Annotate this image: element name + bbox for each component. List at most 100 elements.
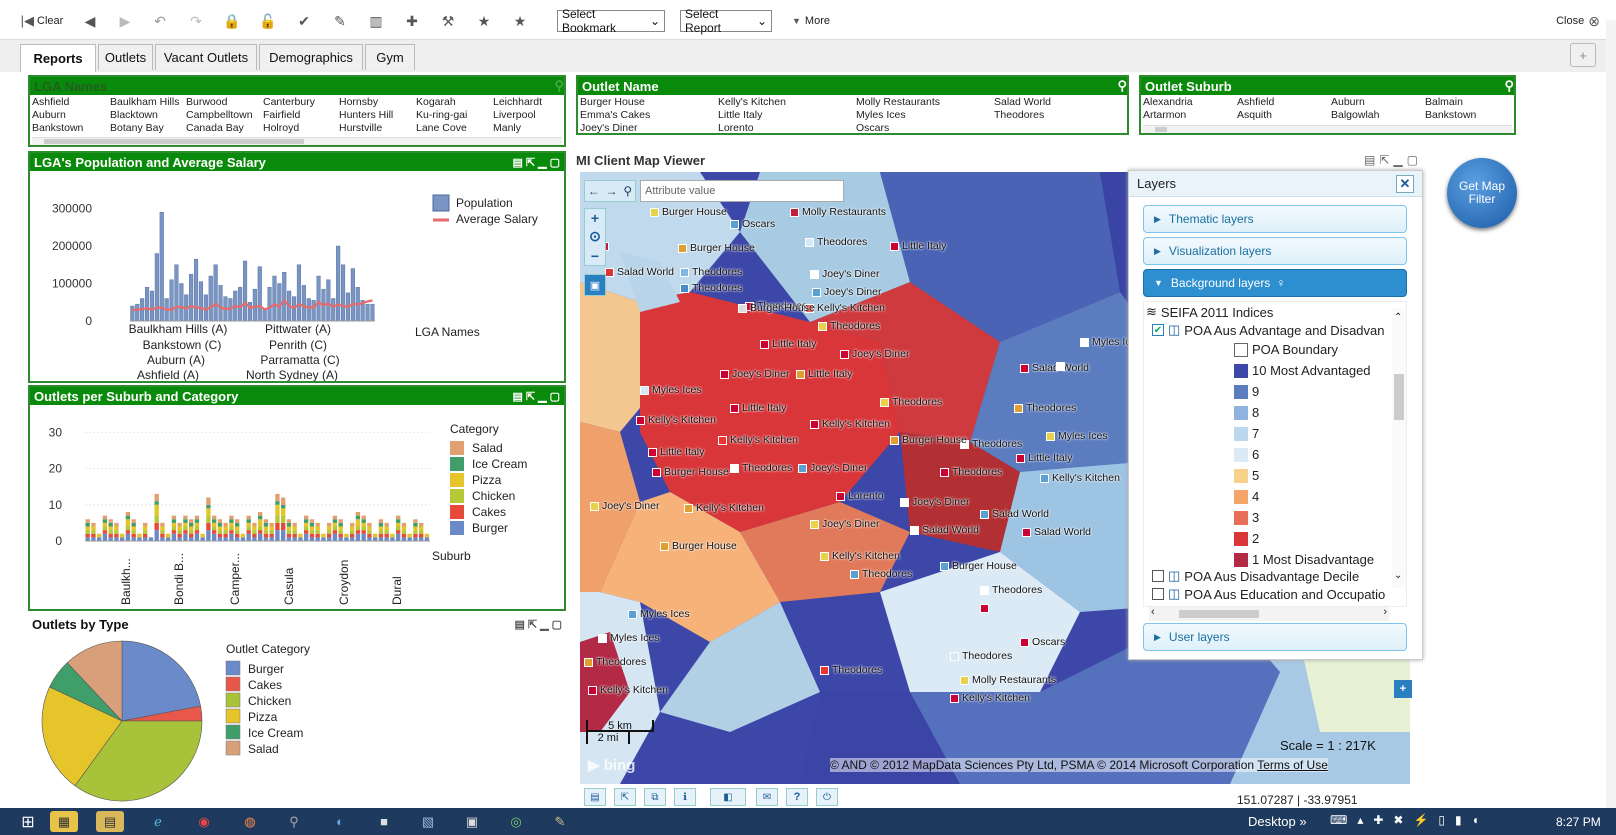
outlet-marker[interactable] <box>950 694 959 703</box>
app-icon[interactable]: ◐ <box>326 811 354 832</box>
basemap-icon[interactable]: ▣ <box>584 274 606 296</box>
list-item[interactable] <box>994 122 1124 133</box>
search-icon[interactable]: ⚲ <box>554 78 564 94</box>
list-item[interactable]: Auburn <box>32 109 110 122</box>
list-item[interactable]: Myles Ices <box>856 109 994 122</box>
outlet-marker[interactable] <box>818 322 827 331</box>
background-layers-button[interactable]: ▼ Background layers ♀ <box>1143 269 1407 297</box>
outlet-marker[interactable] <box>738 304 747 313</box>
list-item[interactable]: Blacktown <box>110 109 186 122</box>
list-item[interactable]: Canterbury <box>263 96 339 109</box>
scroll-down-icon[interactable]: ⌄ <box>1394 570 1402 581</box>
tab-outlets[interactable]: Outlets <box>98 44 153 70</box>
page-vertical-scrollbar[interactable] <box>1606 20 1616 808</box>
close-button[interactable]: Close ⊗ <box>1548 11 1608 31</box>
outlet-marker[interactable] <box>790 208 799 217</box>
outlet-marker[interactable] <box>890 436 899 445</box>
outlet-marker[interactable] <box>836 492 845 501</box>
list-item[interactable]: Campbelltown <box>186 109 263 122</box>
list-item[interactable]: Balmain <box>1425 96 1514 109</box>
horizontal-scrollbar[interactable]: ‹ › <box>1149 606 1389 621</box>
outlet-marker[interactable] <box>810 270 819 279</box>
outlet-marker[interactable] <box>605 268 614 277</box>
outlet-marker[interactable] <box>680 284 689 293</box>
outlet-marker[interactable] <box>1016 454 1025 463</box>
windows-start-icon[interactable]: ⊞ <box>14 811 42 832</box>
search-icon[interactable]: ⚲ <box>280 811 308 832</box>
copy-icon[interactable]: ⧉ <box>644 788 666 806</box>
outlet-marker[interactable] <box>890 242 899 251</box>
list-item[interactable]: Hornsby <box>339 96 416 109</box>
outlet-marker[interactable] <box>1046 432 1055 441</box>
print-icon[interactable]: ▤ <box>513 156 523 169</box>
list-item[interactable]: Leichhardt <box>493 96 563 109</box>
redo-icon[interactable]: ↷ <box>186 11 206 31</box>
maximize-icon[interactable]: ▢ <box>1407 153 1418 167</box>
user-layers-button[interactable]: ▶ User layers <box>1143 623 1407 651</box>
checkbox-checked[interactable]: ✔ <box>1152 324 1164 336</box>
attribute-search-input[interactable]: Attribute value <box>640 180 844 202</box>
tab-demographics[interactable]: Demographics <box>259 44 363 70</box>
list-item[interactable]: Alexandria <box>1143 96 1237 109</box>
list-item[interactable]: Auburn <box>1331 96 1425 109</box>
outlet-marker[interactable] <box>678 244 687 253</box>
tab-vacant-outlets[interactable]: Vacant Outlets <box>155 44 257 70</box>
ie-icon[interactable]: ℯ <box>144 811 172 832</box>
maps-icon[interactable]: ◎ <box>502 811 530 832</box>
files-icon[interactable]: ▧ <box>414 811 442 832</box>
disadvantage-layer-row[interactable]: ◫ POA Aus Disadvantage Decile <box>1152 568 1359 584</box>
list-item[interactable]: Ashfield <box>32 96 110 109</box>
outlet-marker[interactable] <box>652 468 661 477</box>
list-item[interactable]: Hunters Hill <box>339 109 416 122</box>
list-item[interactable]: Kelly's Kitchen <box>718 96 856 109</box>
help-icon[interactable]: ? <box>786 788 808 806</box>
outlet-marker[interactable] <box>810 520 819 529</box>
outlet-marker[interactable] <box>598 634 607 643</box>
list-item[interactable]: Artarmon <box>1143 109 1237 122</box>
list-item[interactable]: Canada Bay <box>186 122 263 135</box>
outlet-marker[interactable] <box>840 350 849 359</box>
print-map-icon[interactable]: ▤ <box>584 788 606 806</box>
chrome-icon[interactable]: ◉ <box>190 811 218 832</box>
terminal-icon[interactable]: ■ <box>370 811 398 832</box>
explorer-icon[interactable]: ▤ <box>96 811 124 832</box>
add-icon[interactable]: ✚ <box>402 11 422 31</box>
export-icon[interactable]: ⇱ <box>1379 153 1389 167</box>
outlet-marker[interactable] <box>588 686 597 695</box>
outlet-marker[interactable] <box>880 398 889 407</box>
list-item[interactable]: Manly <box>493 122 563 135</box>
outlet-marker[interactable] <box>684 504 693 513</box>
list-item[interactable]: Salad World <box>994 96 1124 109</box>
outlet-marker[interactable] <box>1020 638 1029 647</box>
list-item[interactable]: Holroyd <box>263 122 339 135</box>
print-icon[interactable]: ▤ <box>1364 153 1375 167</box>
arrow-right-icon[interactable]: → <box>606 184 618 198</box>
education-layer-row[interactable]: ◫ POA Aus Education and Occupatio <box>1152 586 1385 602</box>
list-item[interactable]: Joey's Diner <box>580 122 718 133</box>
lock-icon[interactable]: 🔒 <box>222 11 242 31</box>
list-item[interactable]: Kogarah <box>416 96 493 109</box>
check-icon[interactable]: ✔ <box>294 11 314 31</box>
power-icon[interactable]: ⏻ <box>816 788 838 806</box>
outlet-marker[interactable] <box>960 676 969 685</box>
list-item[interactable]: Oscars <box>856 122 994 133</box>
tool-icon[interactable]: ⚒ <box>438 11 458 31</box>
maximize-icon[interactable]: ▢ <box>550 156 560 169</box>
zoom-search-icon[interactable]: ⚲ <box>623 184 632 198</box>
outlet-marker[interactable] <box>1080 338 1089 347</box>
list-item[interactable]: Theodores <box>994 109 1124 122</box>
share-icon[interactable]: ⇱ <box>614 788 636 806</box>
outlet-marker[interactable] <box>660 542 669 551</box>
chart-icon[interactable]: ▥ <box>366 11 386 31</box>
zoom-in-icon[interactable]: + <box>591 210 599 226</box>
minimize-icon[interactable]: ▁ <box>1393 153 1402 167</box>
outlet-marker[interactable] <box>980 604 989 613</box>
outlet-marker[interactable] <box>798 464 807 473</box>
outlet-marker[interactable] <box>590 502 599 511</box>
checkbox[interactable] <box>1152 570 1164 582</box>
print-icon[interactable]: ▤ <box>515 618 525 631</box>
outlet-marker[interactable] <box>636 416 645 425</box>
outlet-marker[interactable] <box>980 586 989 595</box>
back-icon[interactable]: ◀ <box>80 11 100 31</box>
list-item[interactable]: Ku-ring-gai <box>416 109 493 122</box>
